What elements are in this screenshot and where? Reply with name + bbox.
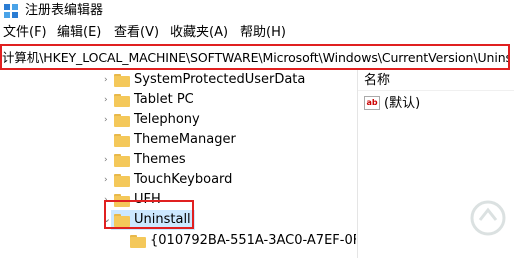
menu-favorites[interactable]: 收藏夹(A) xyxy=(170,25,228,41)
folder-icon xyxy=(114,114,130,127)
expand-chevron-icon[interactable]: › xyxy=(104,155,114,165)
address-bar[interactable]: 计算机\HKEY_LOCAL_MACHINE\SOFTWARE\Microsof… xyxy=(0,44,510,70)
window-title: 注册表编辑器 xyxy=(25,3,104,18)
column-header-name[interactable]: 名称 xyxy=(358,70,514,91)
folder-icon xyxy=(114,154,130,167)
tree-item-label: {010792BA-551A-3AC0-A7EF-0F xyxy=(150,233,356,248)
title-bar: 注册表编辑器 xyxy=(0,0,514,22)
folder-icon xyxy=(114,134,130,147)
tree-item[interactable]: › Telephony xyxy=(0,110,356,130)
folder-icon xyxy=(114,74,130,87)
value-row[interactable]: ab (默认) xyxy=(358,94,514,114)
watermark-icon xyxy=(470,200,506,236)
registry-tree: › SystemProtectedUserData › Tablet PC › … xyxy=(0,70,356,258)
menu-edit[interactable]: 编辑(E) xyxy=(57,25,101,41)
folder-icon xyxy=(114,174,130,187)
folder-icon xyxy=(114,94,130,107)
tree-item-label: Telephony xyxy=(134,112,200,127)
tree-item[interactable]: › TouchKeyboard xyxy=(0,170,356,190)
column-name-label: 名称 xyxy=(364,73,391,88)
menu-bar: 文件(F) 编辑(E) 查看(V) 收藏夹(A) 帮助(H) xyxy=(0,22,514,44)
value-name: (默认) xyxy=(384,96,421,111)
folder-icon xyxy=(130,235,146,248)
tree-item-label: ThemeManager xyxy=(134,132,236,147)
regedit-app-icon xyxy=(4,4,18,18)
menu-file[interactable]: 文件(F) xyxy=(3,25,47,41)
address-path: 计算机\HKEY_LOCAL_MACHINE\SOFTWARE\Microsof… xyxy=(2,50,510,65)
expand-chevron-icon[interactable]: › xyxy=(104,175,114,185)
tree-item-label: TouchKeyboard xyxy=(134,172,233,187)
tree-item[interactable]: {010792BA-551A-3AC0-A7EF-0F xyxy=(0,230,356,250)
tree-item-label: Themes xyxy=(134,152,186,167)
menu-help[interactable]: 帮助(H) xyxy=(240,25,286,41)
ab-string-icon: ab xyxy=(364,96,380,110)
annotation-highlight-box xyxy=(104,200,194,229)
tree-item-label: SystemProtectedUserData xyxy=(134,72,306,87)
tree-item[interactable]: › Themes xyxy=(0,150,356,170)
expand-chevron-icon[interactable]: › xyxy=(104,95,114,105)
tree-item-label: Tablet PC xyxy=(134,92,194,107)
expand-chevron-icon[interactable]: › xyxy=(104,115,114,125)
expand-chevron-icon[interactable]: › xyxy=(104,75,114,85)
tree-item[interactable]: ThemeManager xyxy=(0,130,356,150)
menu-view[interactable]: 查看(V) xyxy=(114,25,159,41)
tree-item[interactable]: › Tablet PC xyxy=(0,90,356,110)
tree-item[interactable]: › SystemProtectedUserData xyxy=(0,70,356,90)
